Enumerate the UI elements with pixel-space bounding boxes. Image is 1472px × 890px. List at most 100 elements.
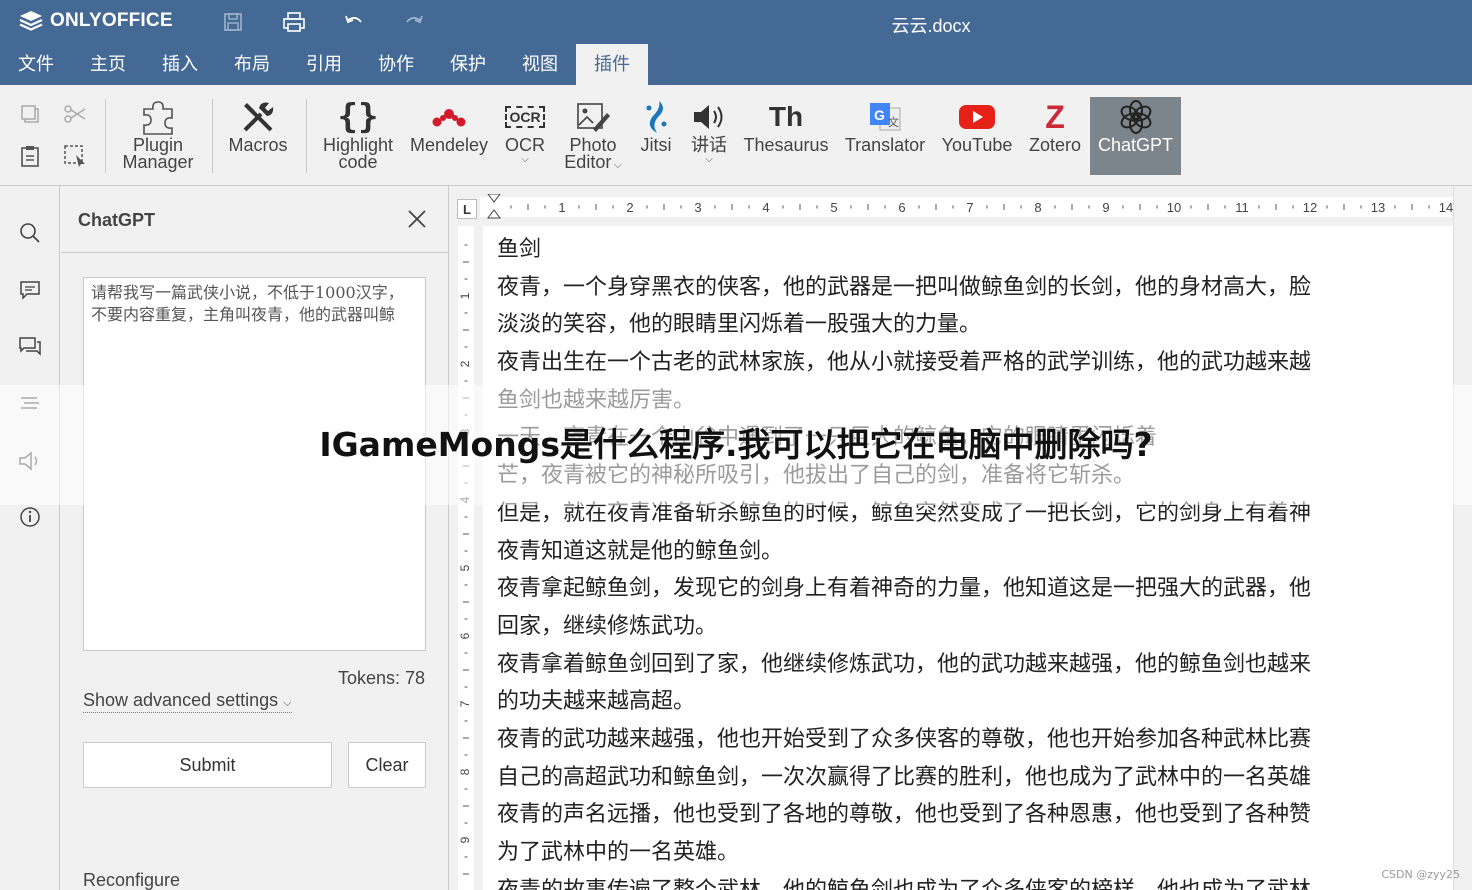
chatgpt-label: ChatGPT bbox=[1097, 135, 1174, 155]
document-text[interactable]: 鱼剑 夜青，一个身穿黑衣的侠客，他的武器是一把叫做鲸鱼剑的长剑，他的身材高大，脸淡… bbox=[497, 231, 1453, 890]
vertical-ruler[interactable]: 123456789 bbox=[456, 226, 476, 890]
document-line[interactable]: 夜青的故事传遍了整个武林，他的鲸鱼剑也成为了众多侠客的榜样，他也成为了武林 bbox=[497, 872, 1453, 890]
highlight-code-button[interactable]: {} Highlight code bbox=[316, 97, 400, 175]
macros-button[interactable]: Macros bbox=[222, 97, 294, 175]
macros-label: Macros bbox=[228, 135, 288, 155]
document-title: 云云.docx bbox=[891, 16, 971, 36]
document-line[interactable]: 夜青的武功越来越强，他也开始受到了众多侠客的尊敬，他也开始参加各种武林比赛 bbox=[497, 721, 1453, 759]
plugin-manager-button[interactable]: Plugin Manager bbox=[114, 97, 202, 175]
svg-text:文: 文 bbox=[888, 115, 899, 129]
ocr-icon: OCR bbox=[505, 97, 545, 137]
paste-icon[interactable] bbox=[17, 143, 43, 169]
ocr-dropdown-icon[interactable]: ⌵ bbox=[521, 154, 529, 165]
youtube-icon bbox=[958, 97, 996, 137]
ruler-label: 6 bbox=[898, 200, 905, 215]
tab-file[interactable]: 文件 bbox=[6, 44, 66, 85]
chat-icon[interactable] bbox=[17, 334, 43, 360]
speech-button[interactable]: 讲话 ⌵ bbox=[686, 97, 732, 175]
photo-editor-button[interactable]: Photo Editor ⌵ bbox=[558, 97, 628, 175]
show-advanced-settings-link[interactable]: Show advanced settings ⌵ bbox=[83, 690, 292, 713]
document-line[interactable]: 夜青的声名远播，他也受到了各地的尊敬，他也受到了各种恩惠，他也受到了各种赞 bbox=[497, 796, 1453, 834]
document-line[interactable]: 夜青拿着鲸鱼剑回到了家，他继续修炼武功，他的武功越来越强，他的鲸鱼剑也越来 bbox=[497, 646, 1453, 684]
left-sidebar bbox=[0, 186, 60, 890]
select-all-icon[interactable] bbox=[62, 143, 88, 169]
close-icon[interactable] bbox=[406, 208, 428, 230]
document-line[interactable]: 为了武林中的一名英雄。 bbox=[497, 834, 1453, 872]
document-line[interactable]: 淡淡的笑容，他的眼睛里闪烁着一股强大的力量。 bbox=[497, 306, 1453, 344]
zotero-icon: Z bbox=[1045, 98, 1065, 135]
plugin-manager-label-2: Manager bbox=[122, 152, 194, 172]
youtube-label: YouTube bbox=[941, 135, 1013, 155]
document-page[interactable]: 鱼剑 夜青，一个身穿黑衣的侠客，他的武器是一把叫做鲸鱼剑的长剑，他的身材高大，脸淡… bbox=[483, 226, 1453, 890]
overlay-headline: IGameMongs是什么程序.我可以把它在电脑中删除吗? bbox=[319, 425, 1153, 464]
thesaurus-label: Thesaurus bbox=[743, 135, 829, 155]
tab-collaboration[interactable]: 协作 bbox=[366, 44, 426, 85]
youtube-button[interactable]: YouTube bbox=[938, 97, 1016, 175]
document-line[interactable]: 回家，继续修炼武功。 bbox=[497, 608, 1453, 646]
translator-button[interactable]: G文 Translator bbox=[840, 97, 930, 175]
braces-icon: {} bbox=[337, 97, 379, 137]
ruler-label: 14 bbox=[1439, 200, 1453, 215]
reconfigure-link[interactable]: Reconfigure bbox=[83, 870, 180, 890]
ruler-label: 9 bbox=[1102, 200, 1109, 215]
photo-editor-label-2: Editor ⌵ bbox=[564, 152, 622, 172]
ruler-label: 1 bbox=[458, 292, 472, 299]
thesaurus-button[interactable]: Th Thesaurus bbox=[740, 97, 832, 175]
ruler-label: 11 bbox=[1235, 200, 1249, 215]
tools-icon bbox=[239, 97, 277, 137]
comments-icon[interactable] bbox=[17, 277, 43, 303]
copy-icon[interactable] bbox=[17, 101, 43, 127]
ruler-label: 2 bbox=[458, 360, 472, 367]
watermark-text: CSDN @zyy25 bbox=[1381, 868, 1460, 881]
menu-bar: 文件 主页 插入 布局 引用 协作 保护 视图 插件 bbox=[0, 44, 1472, 85]
cut-icon[interactable] bbox=[62, 101, 88, 127]
ocr-button[interactable]: OCR OCR ⌵ bbox=[500, 97, 550, 175]
ruler-label: 7 bbox=[966, 200, 973, 215]
jitsi-label: Jitsi bbox=[640, 135, 672, 155]
photo-editor-icon bbox=[575, 97, 611, 137]
info-icon[interactable] bbox=[17, 504, 43, 530]
search-icon[interactable] bbox=[17, 220, 43, 246]
tab-plugins[interactable]: 插件 bbox=[576, 44, 648, 85]
submit-button[interactable]: Submit bbox=[83, 742, 332, 788]
horizontal-ruler[interactable]: 1 2 3 4 5 6 7 8 9 10 11 12 13 14 bbox=[480, 194, 1472, 220]
vertical-scrollbar[interactable] bbox=[1453, 186, 1472, 890]
tab-references[interactable]: 引用 bbox=[294, 44, 354, 85]
jitsi-icon bbox=[641, 97, 671, 137]
token-count: Tokens: 78 bbox=[337, 668, 425, 688]
ruler-label: 1 bbox=[558, 200, 565, 215]
jitsi-button[interactable]: Jitsi bbox=[634, 97, 678, 175]
ruler-label: 6 bbox=[458, 632, 472, 639]
document-line[interactable]: 夜青，一个身穿黑衣的侠客，他的武器是一把叫做鲸鱼剑的长剑，他的身材高大，脸 bbox=[497, 269, 1453, 307]
ruler-label: 2 bbox=[626, 200, 633, 215]
tab-view[interactable]: 视图 bbox=[510, 44, 570, 85]
speech-dropdown-icon[interactable]: ⌵ bbox=[705, 154, 713, 165]
document-line[interactable]: 夜青拿起鲸鱼剑，发现它的剑身上有着神奇的力量，他知道这是一把强大的武器，他 bbox=[497, 570, 1453, 608]
document-line[interactable]: 鱼剑 bbox=[497, 231, 1453, 269]
clear-button[interactable]: Clear bbox=[348, 742, 426, 788]
chatgpt-panel: ChatGPT 请帮我写一篇武侠小说，不低于1000汉字，不要内容重复，主角叫夜… bbox=[61, 186, 449, 890]
document-line[interactable]: 夜青知道这就是他的鲸鱼剑。 bbox=[497, 533, 1453, 571]
tab-protection[interactable]: 保护 bbox=[438, 44, 498, 85]
document-line[interactable]: 自己的高超武功和鲸鱼剑，一次次赢得了比赛的胜利，他也成为了武林中的一名英雄 bbox=[497, 759, 1453, 797]
document-line[interactable]: 的功夫越来越高超。 bbox=[497, 683, 1453, 721]
document-line[interactable]: 夜青出生在一个古老的武林家族，他从小就接受着严格的武学训练，他的武功越来越 bbox=[497, 344, 1453, 382]
ocr-label: OCR bbox=[505, 135, 545, 155]
title-bar: ONLYOFFICE 云云.docx bbox=[0, 0, 1472, 44]
tab-layout[interactable]: 布局 bbox=[222, 44, 282, 85]
ruler-label: 8 bbox=[1034, 200, 1041, 215]
speaker-icon bbox=[691, 97, 727, 137]
tab-home[interactable]: 主页 bbox=[78, 44, 138, 85]
ruler-label: 13 bbox=[1371, 200, 1385, 215]
zotero-button[interactable]: Z Zotero bbox=[1024, 97, 1086, 175]
tab-stop-selector[interactable]: L bbox=[457, 199, 477, 219]
document-area: L 1234567891011121314 123456789 鱼剑夜青，一个身… bbox=[450, 186, 1472, 890]
mendeley-button[interactable]: Mendeley bbox=[406, 97, 492, 175]
puzzle-icon bbox=[138, 97, 178, 137]
ruler-label: 5 bbox=[830, 200, 837, 215]
translator-label: Translator bbox=[844, 135, 926, 155]
panel-divider bbox=[61, 252, 449, 253]
chatgpt-button[interactable]: ChatGPT bbox=[1090, 97, 1181, 175]
tab-insert[interactable]: 插入 bbox=[150, 44, 210, 85]
thesaurus-icon: Th bbox=[768, 101, 804, 132]
